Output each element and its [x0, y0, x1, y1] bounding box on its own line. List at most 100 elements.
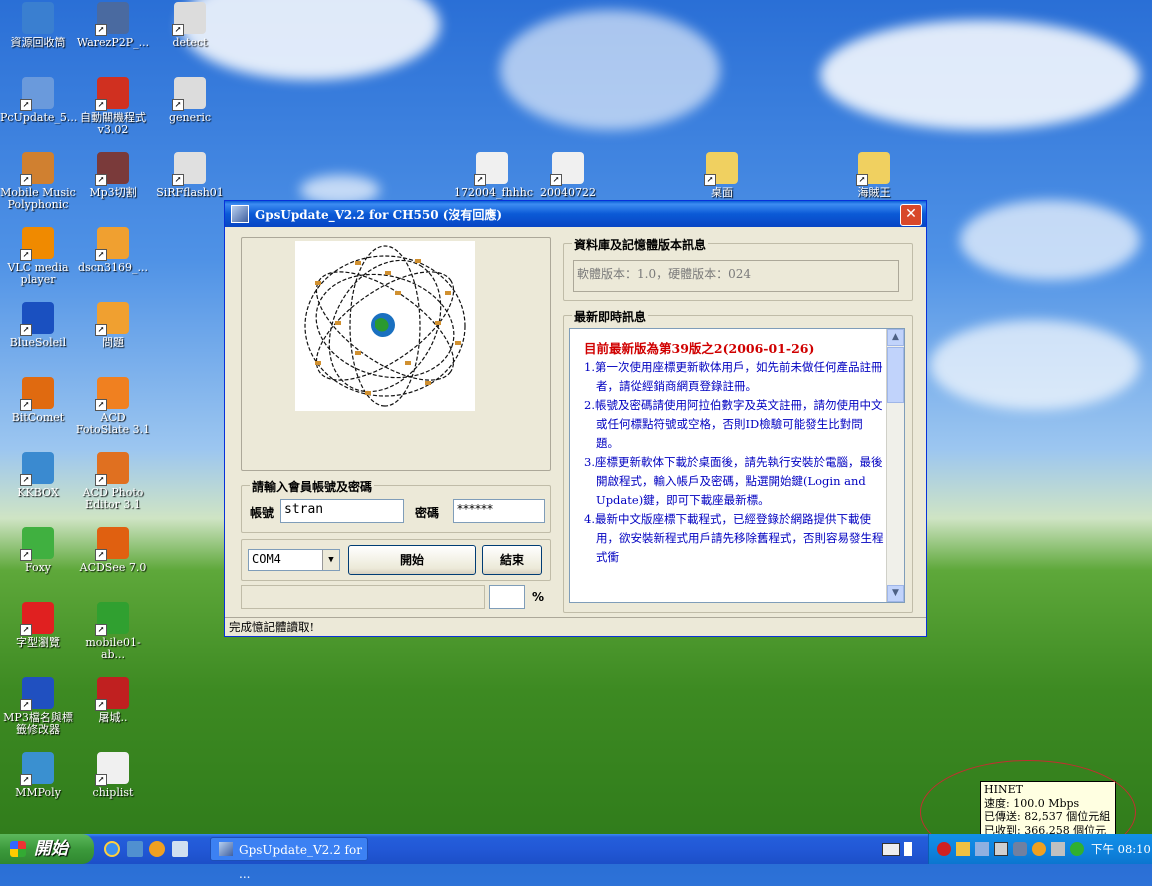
desktop-app-icon: ↗ [20, 752, 54, 786]
desktop-icon[interactable]: ↗ generic [152, 77, 228, 124]
windows-flag-icon [10, 841, 26, 857]
desktop-icon[interactable]: ↗ chiplist [75, 752, 151, 799]
help-icon[interactable] [904, 842, 912, 856]
shortcut-arrow-icon: ↗ [20, 549, 32, 561]
update-icon[interactable] [1070, 842, 1084, 856]
desktop-icon[interactable]: ↗ 桌面 [684, 152, 760, 199]
desktop-app-icon: ↗ [172, 77, 206, 111]
desktop-icon[interactable]: ↗ ACD Photo Editor 3.1 [75, 452, 151, 511]
chevron-down-icon[interactable]: ▼ [322, 550, 339, 570]
network-activity-icon[interactable] [994, 842, 1008, 856]
desktop-icon[interactable]: ↗ 海賊王 [836, 152, 912, 199]
close-button[interactable]: ✕ [900, 204, 922, 226]
desktop-icon-label: detect [172, 36, 208, 49]
password-input[interactable]: ****** [453, 499, 545, 523]
shortcut-arrow-icon: ↗ [95, 24, 107, 36]
desktop-icon[interactable]: ↗ dscn3169_... [75, 227, 151, 274]
security-icon[interactable] [937, 842, 951, 856]
news-group-title: 最新即時訊息 [572, 308, 649, 325]
shortcut-arrow-icon: ↗ [95, 324, 107, 336]
network-icon[interactable] [975, 842, 989, 856]
desktop-icon-label: 20040722 [540, 186, 596, 199]
desktop-icon[interactable]: ↗ MMPoly [0, 752, 76, 799]
desktop-app-icon: ↗ [95, 77, 129, 111]
cloud [960, 200, 1140, 280]
scroll-thumb[interactable] [887, 347, 904, 403]
desktop-icon[interactable]: ↗ MP3檔名與標籤修改器 [0, 677, 76, 736]
start-label: 開始 [34, 839, 68, 859]
end-button[interactable]: 結束 [482, 545, 542, 575]
news-scrollbar[interactable]: ▲ ▼ [886, 329, 904, 602]
scroll-up-icon[interactable]: ▲ [887, 329, 904, 346]
desktop-icon[interactable]: ↗ 屠城.. [75, 677, 151, 724]
password-value: ****** [457, 502, 493, 516]
desktop-icon-label: chiplist [92, 786, 134, 799]
desktop-app-icon: ↗ [20, 452, 54, 486]
desktop-icon-label: 問題 [102, 336, 124, 349]
desktop-icon[interactable]: ↗ WarezP2P_... [75, 2, 151, 49]
desktop-icon[interactable]: ↗ BitComet [0, 377, 76, 424]
shortcut-arrow-icon: ↗ [20, 624, 32, 636]
com-port-select[interactable]: COM4 ▼ [248, 549, 340, 571]
desktop-icon[interactable]: ↗ Mobile Music Polyphonic [0, 152, 76, 211]
desktop-icon-label: ACD Photo Editor 3.1 [82, 486, 144, 511]
desktop-icon[interactable]: ↗ mobile01-ab... [75, 602, 151, 661]
version-field: 軟體版本：1.0，硬體版本：024 [573, 260, 899, 292]
desktop-icon[interactable]: ↗ Foxy [0, 527, 76, 574]
messenger-icon[interactable] [1032, 842, 1046, 856]
taskbar-item-gpsupdate[interactable]: GpsUpdate_V2.2 for ... [210, 837, 368, 881]
shortcut-arrow-icon: ↗ [474, 174, 486, 186]
desktop-app-icon: ↗ [20, 602, 54, 636]
window-titlebar[interactable]: GpsUpdate_V2.2 for CH550 (沒有回應) [225, 201, 926, 227]
desktop-icon[interactable]: 資源回收筒 [0, 2, 76, 49]
desktop-icon[interactable]: ↗ 字型瀏覽 [0, 602, 76, 649]
desktop-icon[interactable]: ↗ BlueSoleil [0, 302, 76, 349]
desktop-icon[interactable]: ↗ ACD FotoSlate 3.1 [75, 377, 151, 436]
desktop-icon[interactable]: ↗ SiRFflash01 [152, 152, 228, 199]
desktop-icon[interactable]: ↗ KKBOX [0, 452, 76, 499]
shortcut-arrow-icon: ↗ [95, 474, 107, 486]
desktop-icon[interactable]: ↗ Mp3切割 [75, 152, 151, 199]
shortcut-arrow-icon: ↗ [95, 249, 107, 261]
account-input[interactable]: stran [280, 499, 404, 523]
shortcut-arrow-icon: ↗ [20, 399, 32, 411]
pen-icon[interactable] [1051, 842, 1065, 856]
volume-icon[interactable] [1013, 842, 1027, 856]
desktop-icon-label: KKBOX [17, 486, 59, 499]
desktop-icon[interactable]: ↗ 20040722 [530, 152, 606, 199]
outlook-icon[interactable] [127, 841, 143, 857]
clock[interactable]: 下午 08:10 [1091, 841, 1151, 857]
news-textbox[interactable]: 目前最新版為第39版之2(2006-01-26) 1.第一次使用座標更新軟体用戶… [569, 328, 905, 603]
desktop-app-icon: ↗ [95, 527, 129, 561]
desktop-icon[interactable]: ↗ VLC media player [0, 227, 76, 286]
desktop-app-icon: ↗ [20, 77, 54, 111]
desktop-icon[interactable]: ↗ 172004_fhhhc [454, 152, 533, 199]
desktop-app-icon [22, 2, 54, 34]
desktop-icon-label: 自動關機程式 v3.02 [80, 111, 146, 136]
shortcut-arrow-icon: ↗ [95, 99, 107, 111]
desktop-app-icon: ↗ [95, 2, 129, 36]
account-value: stran [284, 502, 324, 517]
desktop-icon[interactable]: ↗ detect [152, 2, 228, 49]
desktop-app-icon: ↗ [95, 677, 129, 711]
scroll-down-icon[interactable]: ▼ [887, 585, 904, 602]
desktop-icon[interactable]: ↗ 自動關機程式 v3.02 [75, 77, 151, 136]
folder-icon[interactable] [956, 842, 970, 856]
desktop-icon[interactable]: ↗ 問題 [75, 302, 151, 349]
shortcut-arrow-icon: ↗ [20, 99, 32, 111]
media-player-icon[interactable] [149, 841, 165, 857]
keyboard-icon[interactable] [882, 843, 900, 856]
shortcut-arrow-icon: ↗ [20, 774, 32, 786]
desktop-icon-label: 172004_fhhhc [454, 186, 533, 199]
shortcut-arrow-icon: ↗ [95, 774, 107, 786]
version-text: 軟體版本：1.0，硬體版本：024 [577, 267, 751, 281]
desktop-app-icon: ↗ [704, 152, 738, 186]
ie-icon[interactable] [104, 841, 120, 857]
start-button[interactable]: 開始 [348, 545, 476, 575]
news-item: 1.第一次使用座標更新軟体用戶，如先前未做任何產品註冊者，請從經銷商網頁登錄註冊… [584, 360, 883, 393]
desktop-icon[interactable]: ↗ PcUpdate_5... [0, 77, 77, 124]
desktop-app-icon: ↗ [95, 302, 129, 336]
desktop-icon[interactable]: ↗ ACDSee 7.0 [75, 527, 151, 574]
start-menu-button[interactable]: 開始 [0, 834, 94, 864]
show-desktop-icon[interactable] [172, 841, 188, 857]
